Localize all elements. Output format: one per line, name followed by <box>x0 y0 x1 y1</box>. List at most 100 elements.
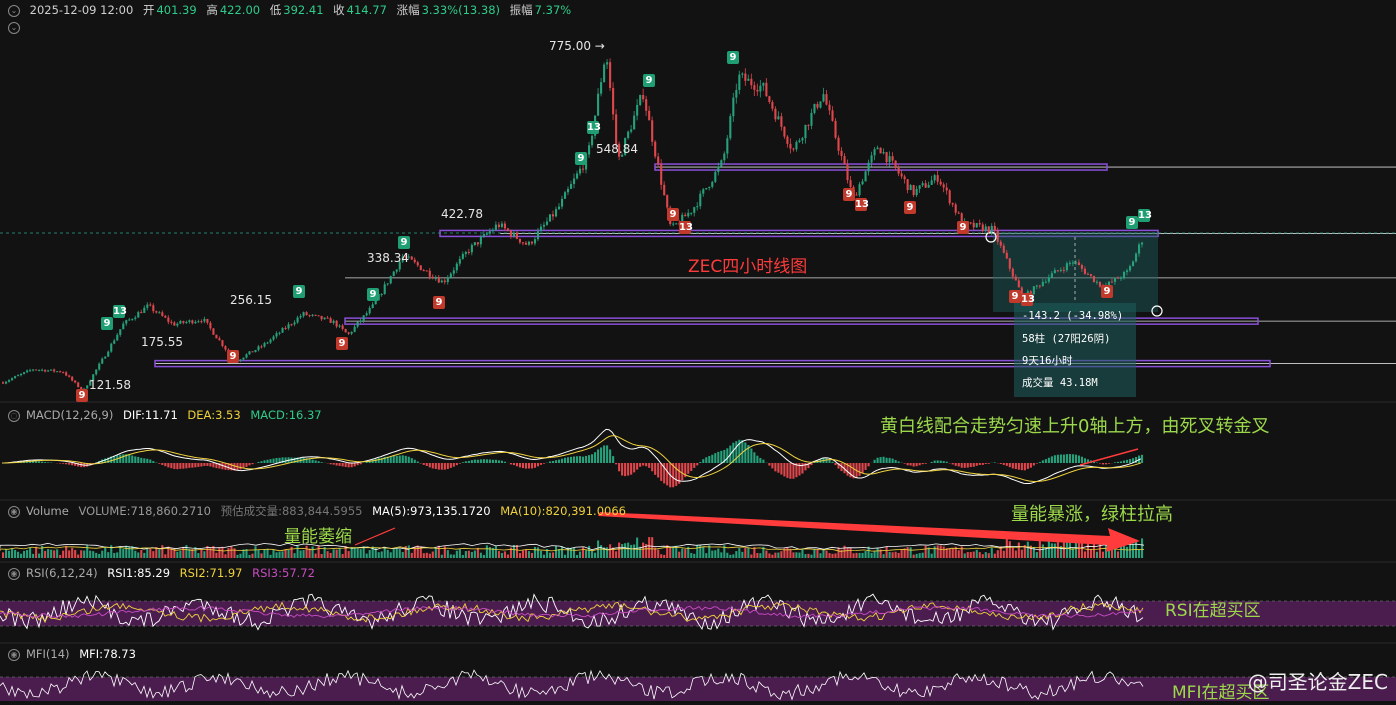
volume-header: ◉ Volume VOLUME:718,860.2710 预估成交量:883,84… <box>8 503 632 519</box>
volume-bar <box>963 553 966 558</box>
volume-bar <box>777 552 780 558</box>
macd-histogram-bar <box>894 459 897 463</box>
volume-bar <box>215 552 218 558</box>
candle-body <box>482 233 485 238</box>
volume-bar <box>624 543 627 558</box>
volume-bar <box>579 551 582 558</box>
volume-bar <box>741 551 744 558</box>
volume-bar <box>389 552 392 558</box>
volume-bar <box>227 548 230 558</box>
eye-icon[interactable]: ◉ <box>8 567 20 580</box>
candle-body <box>5 381 8 384</box>
candle-body <box>1068 262 1071 264</box>
macd-histogram-bar <box>591 454 594 463</box>
macd-histogram-bar <box>512 463 515 466</box>
candle-body <box>359 320 362 322</box>
volume-bar <box>95 552 98 558</box>
macd-histogram-bar <box>1005 463 1008 466</box>
macd-histogram-bar <box>314 460 317 463</box>
candle-body <box>930 180 933 185</box>
volume-bar <box>924 545 927 558</box>
volume-bar <box>615 551 618 558</box>
candle-body <box>666 195 669 208</box>
volume-bar <box>263 549 266 558</box>
bell-icon[interactable]: ◌ <box>8 409 20 422</box>
macd-histogram-bar <box>410 458 413 463</box>
candle-body <box>1002 245 1005 253</box>
candle-body <box>663 184 666 196</box>
candle-body <box>161 312 164 316</box>
candle-body <box>615 114 618 144</box>
macd-histogram-bar <box>879 457 882 463</box>
eye-icon[interactable]: ◉ <box>8 648 20 661</box>
candle-body <box>897 167 900 174</box>
volume-bar <box>500 553 503 558</box>
volume-bar <box>386 549 389 558</box>
macd-histogram-bar <box>576 456 579 463</box>
volume-bar <box>236 554 239 558</box>
candle-body <box>437 278 440 283</box>
volume-bar <box>317 545 320 558</box>
candle-body <box>753 85 756 90</box>
candle-body <box>386 283 389 285</box>
volume-bar <box>338 547 341 558</box>
macd-histogram-bar <box>461 462 464 463</box>
volume-bar <box>464 551 467 558</box>
macd-histogram-bar <box>392 455 395 463</box>
macd-histogram-bar <box>714 453 717 463</box>
macd-histogram-bar <box>783 463 786 477</box>
volume-bar <box>1044 548 1047 558</box>
candle-body <box>1125 270 1129 272</box>
candle-body <box>867 162 870 172</box>
candle-body <box>822 94 825 102</box>
macd-histogram-bar <box>801 463 804 474</box>
eye-icon[interactable]: ◉ <box>8 505 20 518</box>
candle-body <box>954 204 957 213</box>
volume-bar <box>65 545 68 558</box>
collapse-icon-2[interactable]: ⌄ <box>8 22 20 34</box>
candle-body <box>894 160 897 168</box>
volume-bar <box>254 546 257 558</box>
collapse-icon[interactable]: ⌄ <box>8 4 20 17</box>
macd-histogram-bar <box>359 463 362 465</box>
candle-body <box>239 359 242 362</box>
macd-histogram-bar <box>1065 454 1068 463</box>
macd-histogram-bar <box>473 459 476 463</box>
candle-body <box>452 270 455 274</box>
candle-body <box>1062 269 1065 271</box>
macd-histogram-bar <box>915 463 918 467</box>
macd-histogram-bar <box>164 463 167 467</box>
macd-histogram-bar <box>936 460 939 463</box>
macd-histogram-bar <box>609 449 612 463</box>
volume-bar <box>542 554 546 558</box>
label-338: 338.34 <box>367 251 409 265</box>
volume-bar <box>663 554 666 558</box>
candle-body <box>569 183 573 189</box>
candle-body <box>215 334 218 339</box>
candle-body <box>1140 242 1144 245</box>
candle-body <box>576 173 579 179</box>
volume-bar <box>609 544 612 558</box>
macd-histogram-bar <box>1056 454 1059 463</box>
candle-body <box>990 225 993 233</box>
macd-histogram-bar <box>533 463 537 468</box>
candle-body <box>645 99 648 111</box>
candle-body <box>795 141 798 150</box>
candle-body <box>320 315 323 320</box>
macd-histogram-bar <box>563 457 567 463</box>
candle-body <box>1089 274 1093 276</box>
candle-body <box>708 186 711 188</box>
macd-histogram-bar <box>912 463 915 467</box>
macd-histogram-bar <box>657 463 660 478</box>
macd-histogram-bar <box>248 463 251 466</box>
volume-bar <box>1095 551 1099 558</box>
volume-bar <box>933 546 936 558</box>
macd-histogram-bar <box>143 458 146 463</box>
macd-histogram-bar <box>317 461 320 463</box>
candle-body <box>335 320 338 327</box>
macd-histogram-bar <box>161 463 164 466</box>
candle-body <box>137 312 140 318</box>
macd-histogram-bar <box>338 463 341 466</box>
candle-body <box>756 89 759 92</box>
volume-bar <box>98 553 101 558</box>
